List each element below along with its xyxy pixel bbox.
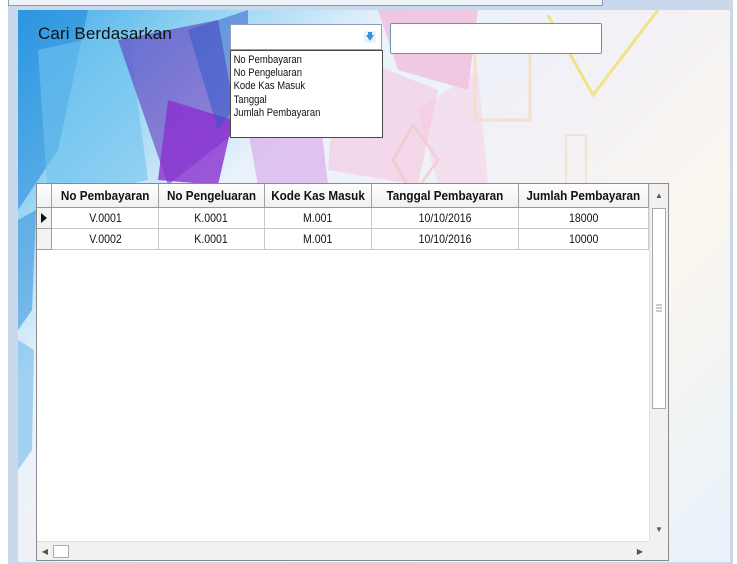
- column-header-no-pengeluaran[interactable]: No Pengeluaran: [159, 184, 265, 208]
- column-header-no-pembayaran[interactable]: No Pembayaran: [52, 184, 159, 208]
- horizontal-scroll-thumb[interactable]: [53, 545, 69, 558]
- table-cell[interactable]: M.001: [265, 229, 372, 250]
- table-cell[interactable]: M.001: [265, 208, 372, 229]
- dropdown-option-no-pembayaran[interactable]: No Pembayaran: [231, 54, 361, 67]
- dropdown-option-jumlah-pembayaran[interactable]: Jumlah Pembayaran: [231, 107, 361, 120]
- table-cell[interactable]: 10/10/2016: [372, 229, 519, 250]
- scrollbar-corner: [649, 541, 668, 560]
- chevron-down-icon[interactable]: [362, 29, 378, 45]
- table-cell[interactable]: V.0001: [52, 208, 159, 229]
- column-header-jumlah-pembayaran[interactable]: Jumlah Pembayaran: [519, 184, 649, 208]
- search-text-input[interactable]: [390, 23, 602, 54]
- column-header-label: No Pengeluaran: [166, 188, 257, 203]
- scroll-down-icon[interactable]: ▼: [650, 520, 668, 538]
- search-field-dropdown-list: No Pembayaran No Pengeluaran Kode Kas Ma…: [230, 50, 383, 138]
- search-by-label: Cari Berdasarkan: [38, 24, 172, 43]
- vertical-scrollbar[interactable]: ▲ ▼: [649, 184, 668, 542]
- scroll-right-icon[interactable]: ▶: [633, 543, 647, 560]
- search-field-combobox[interactable]: [230, 24, 382, 50]
- scroll-left-icon[interactable]: ◀: [38, 543, 52, 560]
- top-panel-edge: [8, 0, 603, 6]
- table-cell[interactable]: K.0001: [159, 208, 265, 229]
- table-cell[interactable]: 10000: [519, 229, 649, 250]
- table-cell[interactable]: 10/10/2016: [372, 208, 519, 229]
- scroll-up-icon[interactable]: ▲: [650, 186, 668, 204]
- column-header-tanggal-pembayaran[interactable]: Tanggal Pembayaran: [372, 184, 519, 208]
- cell-text: K.0001: [194, 211, 229, 225]
- column-header-label: Tanggal Pembayaran: [386, 188, 504, 203]
- cell-text: 18000: [568, 211, 599, 225]
- column-header-label: Kode Kas Masuk: [271, 188, 365, 203]
- cell-text: M.001: [303, 232, 333, 246]
- table-cell[interactable]: 18000: [519, 208, 649, 229]
- dropdown-option-kode-kas-masuk[interactable]: Kode Kas Masuk: [231, 80, 361, 93]
- cell-text: 10/10/2016: [418, 211, 472, 225]
- grip-icon: [656, 304, 662, 312]
- cell-text: 10/10/2016: [418, 232, 472, 246]
- horizontal-scrollbar[interactable]: ◀ ▶: [37, 541, 649, 560]
- row-pointer-icon: [41, 213, 47, 223]
- grid-corner-header: [37, 184, 52, 208]
- payments-data-grid[interactable]: No Pembayaran No Pengeluaran Kode Kas Ma…: [36, 183, 669, 561]
- dropdown-option-no-pengeluaran[interactable]: No Pengeluaran: [231, 67, 361, 80]
- row-header-selected[interactable]: [37, 208, 52, 229]
- cell-text: V.0002: [88, 232, 122, 246]
- cell-text: K.0001: [194, 232, 229, 246]
- cell-text: V.0001: [88, 211, 122, 225]
- table-cell[interactable]: K.0001: [159, 229, 265, 250]
- row-header[interactable]: [37, 229, 52, 250]
- cell-text: M.001: [303, 211, 333, 225]
- cell-text: 10000: [568, 232, 599, 246]
- vertical-scroll-thumb[interactable]: [652, 208, 666, 409]
- column-header-label: No Pembayaran: [60, 188, 150, 203]
- column-header-label: Jumlah Pembayaran: [526, 188, 641, 203]
- table-cell[interactable]: V.0002: [52, 229, 159, 250]
- column-header-kode-kas-masuk[interactable]: Kode Kas Masuk: [265, 184, 372, 208]
- dropdown-option-tanggal[interactable]: Tanggal: [231, 94, 361, 107]
